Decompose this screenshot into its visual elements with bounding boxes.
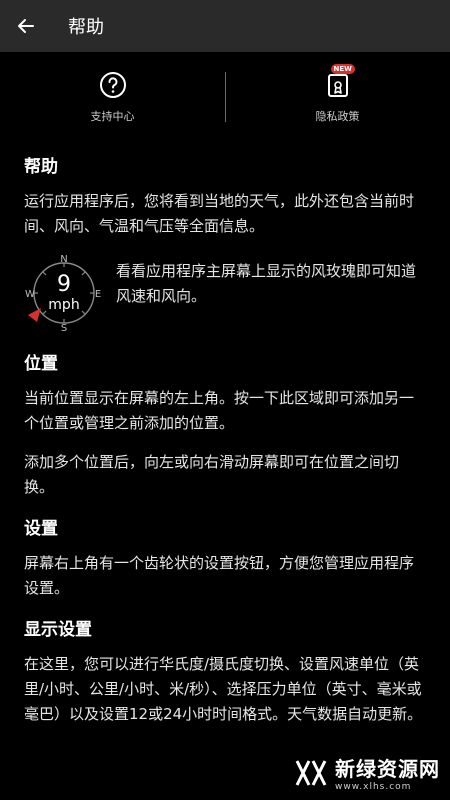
watermark-title: 新绿资源网 bbox=[335, 757, 440, 781]
section-title-help: 帮助 bbox=[24, 157, 58, 177]
compass-east-label: E bbox=[95, 289, 101, 300]
wind-speed-value: 9 bbox=[57, 272, 71, 297]
display-paragraph-1: 在这里，您可以进行华氏度/摄氏度切换、设置风速单位（英里/小时、公里/小时、米/… bbox=[24, 655, 423, 723]
watermark-logo-icon bbox=[295, 759, 327, 786]
section-title-display: 显示设置 bbox=[24, 620, 92, 640]
section-title-location: 位置 bbox=[24, 354, 58, 374]
back-button[interactable] bbox=[0, 0, 52, 52]
page-title: 帮助 bbox=[68, 17, 104, 38]
wind-compass: N S E W 9 mph bbox=[24, 253, 104, 334]
support-center-button[interactable]: 支持中心 bbox=[0, 52, 225, 142]
back-arrow-icon bbox=[18, 19, 34, 33]
quick-links: 支持中心 NEW 隐私政策 bbox=[0, 52, 450, 142]
help-content: 帮助 运行应用程序后，您将看到当地的天气，此外还包含当前时间、风向、气温和气压等… bbox=[0, 152, 450, 727]
privacy-document-icon bbox=[327, 74, 348, 97]
compass-north-label: N bbox=[60, 254, 67, 265]
top-app-bar: 帮助 bbox=[0, 0, 450, 52]
location-paragraph-1: 当前位置显示在屏幕的左上角。按一下此区域即可添加另一个位置或管理之前添加的位置。 bbox=[24, 389, 415, 432]
section-title-settings: 设置 bbox=[24, 519, 58, 539]
wind-rose-icon: N S E W 9 mph bbox=[25, 254, 101, 334]
support-center-label: 支持中心 bbox=[90, 110, 135, 123]
settings-paragraph-1: 屏幕右上角有一个齿轮状的设置按钮，方便您管理应用程序设置。 bbox=[24, 554, 415, 597]
new-badge: NEW bbox=[330, 64, 355, 74]
location-paragraph-2: 添加多个位置后，向左或向右滑动屏幕即可在位置之间切换。 bbox=[24, 453, 400, 496]
compass-south-label: S bbox=[61, 323, 67, 333]
watermark: 新绿资源网 www.xlhs.com bbox=[295, 753, 440, 792]
wind-speed-unit: mph bbox=[48, 297, 79, 313]
privacy-policy-button[interactable]: NEW 隐私政策 bbox=[225, 52, 450, 142]
compass-west-label: W bbox=[25, 289, 35, 300]
compass-description: 看看应用程序主屏幕上显示的风玫瑰即可知道风速和风向。 bbox=[116, 262, 417, 305]
privacy-policy-label: 隐私政策 bbox=[315, 110, 360, 123]
question-circle-icon bbox=[99, 72, 126, 98]
compass-row: N S E W 9 mph 看看应用程序主屏幕上显示的风玫瑰即可知道风速和风向。 bbox=[24, 253, 426, 334]
help-paragraph-1: 运行应用程序后，您将看到当地的天气，此外还包含当前时间、风向、气温和气压等全面信… bbox=[24, 192, 415, 235]
quick-links-divider bbox=[225, 72, 226, 122]
watermark-url: www.xlhs.com bbox=[335, 782, 412, 792]
